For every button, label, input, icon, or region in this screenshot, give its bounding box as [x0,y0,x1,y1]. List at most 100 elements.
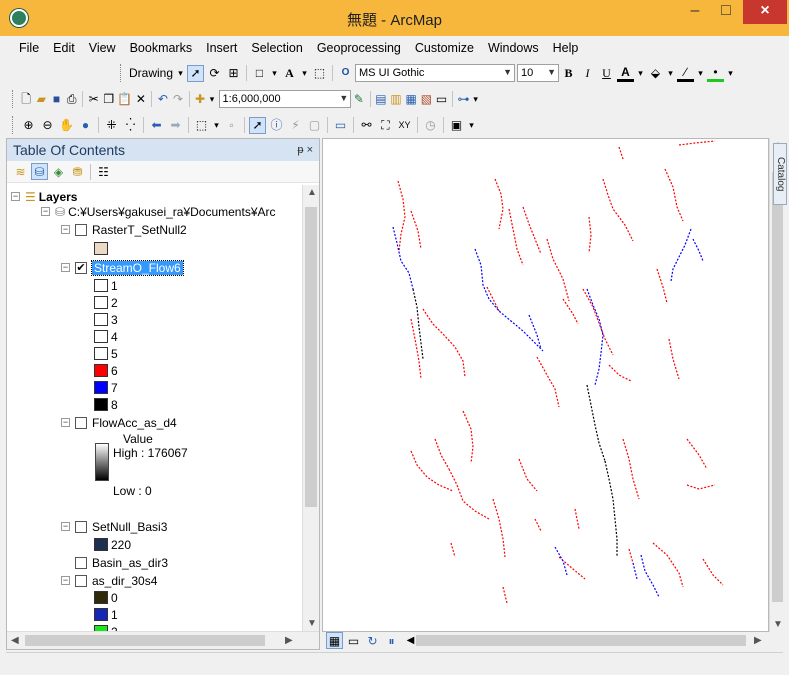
select-features-icon[interactable]: ⬚ [193,117,210,134]
zoom-to-selected-icon[interactable]: ⊞ [225,65,242,82]
collapse-icon[interactable]: − [61,225,70,234]
list-by-drawing-order-icon[interactable]: ≋ [12,163,29,180]
toc-pin-close-buttons[interactable]: ᵽ × [297,144,313,156]
select-elements-icon[interactable]: ➚ [249,116,266,134]
collapse-icon[interactable]: − [61,522,70,531]
bold-button[interactable]: B [560,65,577,82]
python-window-icon[interactable]: ▭ [435,91,448,108]
viewer-window-icon[interactable]: ▣ [448,117,465,134]
editor-toolbar-icon[interactable]: ✎ [352,91,365,108]
underline-button[interactable]: U [598,65,615,82]
new-document-icon[interactable]: 🗋 [20,91,33,108]
rectangle-icon[interactable]: □ [251,65,268,82]
dropdown-arrow-icon[interactable]: ▾ [696,65,705,82]
menu-help[interactable]: Help [546,41,586,55]
dropdown-arrow-icon[interactable]: ▾ [212,117,221,134]
toc-horizontal-scrollbar[interactable]: ◀ ▶ [7,631,319,649]
layout-view-icon[interactable]: ▭ [345,632,362,649]
arctoolbox-icon[interactable]: ▧ [420,91,433,108]
layer-row-setnull-basi3[interactable]: − SetNull_Basi3 [61,519,167,534]
close-button[interactable]: × [743,0,787,24]
scroll-thumb[interactable] [772,172,783,602]
catalog-side-tab[interactable]: Catalog [773,143,787,205]
collapse-icon[interactable]: − [41,207,50,216]
edit-vertices-icon[interactable]: ⬚ [311,65,328,82]
find-route-icon[interactable]: ⛶ [377,117,394,134]
redo-icon[interactable]: ↷ [171,91,184,108]
scroll-right-icon[interactable]: ▶ [754,635,762,646]
save-icon[interactable]: ■ [50,91,63,108]
scroll-thumb[interactable] [305,207,317,507]
scroll-thumb[interactable] [25,635,265,646]
time-slider-icon[interactable]: ◷ [422,117,439,134]
toolbar-options-icon[interactable]: ▾ [472,91,479,108]
fill-color-icon[interactable]: ⬙ [647,65,664,82]
dropdown-arrow-icon[interactable]: ▾ [176,65,185,82]
forward-extent-icon[interactable]: ➡ [167,117,184,134]
layer-visibility-checkbox[interactable] [75,574,87,587]
italic-button[interactable]: I [579,65,596,82]
menu-customize[interactable]: Customize [408,41,481,55]
collapse-icon[interactable]: − [61,263,70,272]
menu-view[interactable]: View [82,41,123,55]
data-view-icon[interactable]: ▦ [326,632,343,649]
cut-icon[interactable]: ✂ [87,91,100,108]
drawing-menu[interactable]: Drawing [129,66,173,80]
map-horizontal-scroll-thumb[interactable] [416,635,746,646]
go-to-xy-icon[interactable]: XY [396,117,413,134]
scroll-right-icon[interactable]: ▶ [285,635,293,646]
fixed-zoom-in-icon[interactable]: ⁜ [103,117,120,134]
marker-color-icon[interactable]: • [707,65,725,82]
map-vertical-scrollbar[interactable]: ▲ ▼ [769,138,785,632]
toc-options-icon[interactable]: ☷ [95,163,112,180]
pan-icon[interactable]: ✋ [58,117,75,134]
layer-row-streamo-flow6[interactable]: − ✔ StreamO_Flow6 [61,259,184,276]
font-name-select[interactable]: MS UI Gothic ▼ [355,64,516,82]
collapse-icon[interactable]: − [11,192,20,201]
select-elements-icon[interactable]: ➚ [187,64,205,82]
minimize-button[interactable]: – [680,0,710,24]
menu-insert[interactable]: Insert [199,41,244,55]
back-extent-icon[interactable]: ⬅ [148,117,165,134]
toolbar-grip[interactable] [120,64,123,82]
collapse-icon[interactable]: − [61,576,70,585]
fixed-zoom-out-icon[interactable]: ⁛ [122,117,139,134]
layer-visibility-checkbox[interactable] [75,416,87,429]
menu-file[interactable]: File [12,41,46,55]
refresh-icon[interactable]: ↻ [364,632,381,649]
toolbar-grip[interactable] [12,116,15,134]
layers-dataframe-row[interactable]: − ☰ Layers [11,189,77,204]
menu-bookmarks[interactable]: Bookmarks [123,41,200,55]
clear-selection-icon[interactable]: ▫ [223,117,240,134]
identify-icon[interactable]: ⓘ [268,117,285,134]
pause-drawing-icon[interactable]: ⏸ [383,632,400,649]
dropdown-arrow-icon[interactable]: ▾ [209,91,216,108]
layer-visibility-checkbox[interactable] [75,556,87,569]
menu-selection[interactable]: Selection [244,41,309,55]
font-size-select[interactable]: 10 ▼ [517,64,560,82]
delete-icon[interactable]: ✕ [134,91,147,108]
font-color-button[interactable]: A [617,65,635,82]
layer-row-as-dir-30s4[interactable]: − as_dir_30s4 [61,573,157,588]
catalog-window-icon[interactable]: ▥ [389,91,402,108]
html-popup-icon[interactable]: ▢ [306,117,323,134]
layer-visibility-checkbox[interactable]: ✔ [75,261,87,274]
rotate-icon[interactable]: ⟳ [206,65,223,82]
scroll-down-icon[interactable]: ▼ [307,618,317,629]
collapse-icon[interactable]: − [61,418,70,427]
layer-row-basin-as-dir3[interactable]: Basin_as_dir3 [75,555,168,570]
layer-visibility-checkbox[interactable] [75,223,87,236]
new-text-icon[interactable]: A [281,65,298,82]
copy-icon[interactable]: ❐ [102,91,115,108]
zoom-out-icon[interactable]: ⊖ [39,117,56,134]
search-window-icon[interactable]: ▦ [405,91,418,108]
find-icon[interactable]: ⚯ [358,117,375,134]
menu-geoprocessing[interactable]: Geoprocessing [310,41,408,55]
scroll-left-icon[interactable]: ◀ [11,635,19,646]
dropdown-arrow-icon[interactable]: ▾ [270,65,279,82]
layer-visibility-checkbox[interactable] [75,520,87,533]
toolbar-options-icon[interactable]: ▾ [467,117,476,134]
measure-icon[interactable]: ▭ [332,117,349,134]
undo-icon[interactable]: ↶ [156,91,169,108]
dropdown-arrow-icon[interactable]: ▾ [666,65,675,82]
